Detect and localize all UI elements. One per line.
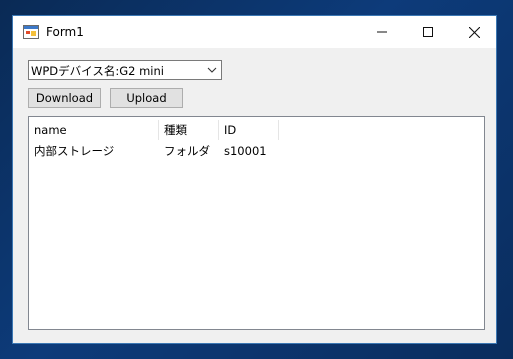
maximize-icon [423, 27, 433, 37]
column-header-name[interactable]: name [29, 120, 159, 140]
minimize-button[interactable] [359, 16, 405, 48]
column-header-type[interactable]: 種類 [159, 120, 219, 140]
chevron-down-icon[interactable] [207, 65, 217, 75]
window-title: Form1 [46, 25, 84, 39]
maximize-button[interactable] [405, 16, 451, 48]
close-button[interactable] [451, 16, 497, 48]
list-item-type: フォルダ [164, 144, 210, 158]
file-listview[interactable]: name 種類 ID 内部ストレージ フォルダ s10001 [28, 116, 485, 330]
upload-button[interactable]: Upload [110, 88, 183, 108]
app-window: Form1 WPDデバイス名:G2 mini Download Upload n… [12, 15, 497, 344]
form-app-icon [23, 25, 39, 39]
minimize-icon [377, 31, 387, 33]
device-combobox[interactable]: WPDデバイス名:G2 mini [28, 60, 222, 80]
close-icon [468, 26, 480, 38]
device-combobox-value: WPDデバイス名:G2 mini [31, 64, 164, 78]
download-button[interactable]: Download [28, 88, 101, 108]
list-item-id: s10001 [224, 144, 267, 158]
column-header-id[interactable]: ID [219, 120, 279, 140]
title-bar[interactable]: Form1 [13, 16, 496, 48]
list-item[interactable]: 内部ストレージ フォルダ s10001 [29, 142, 329, 160]
list-item-name: 内部ストレージ [34, 144, 115, 158]
